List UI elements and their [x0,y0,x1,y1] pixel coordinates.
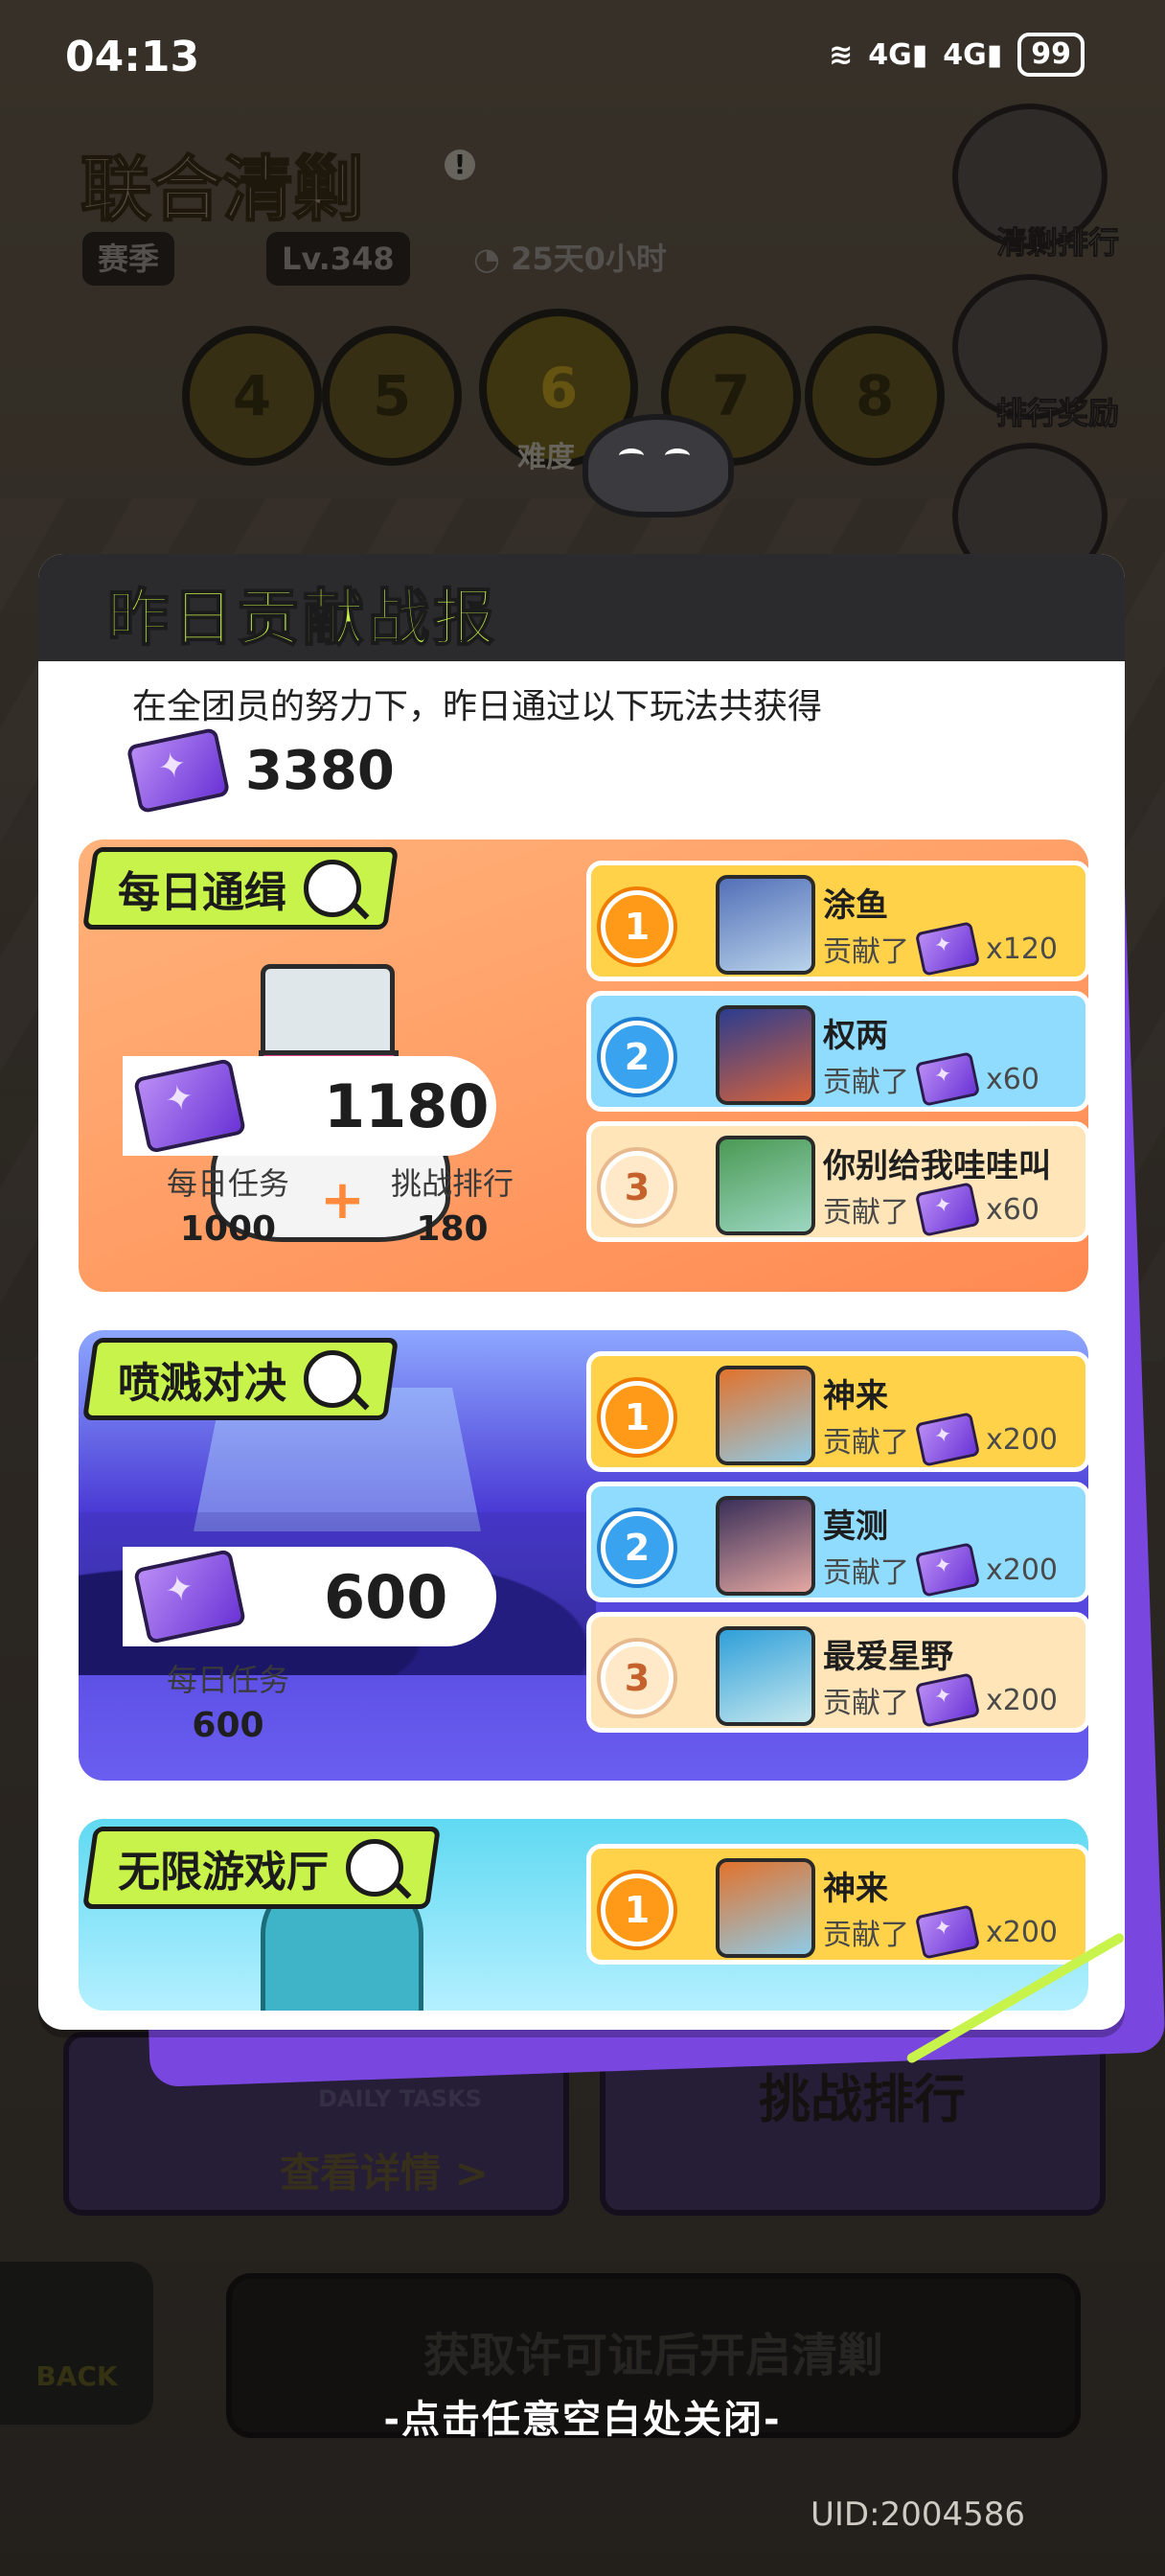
ticket-icon [914,1051,981,1107]
ticket-icon [132,1058,247,1154]
ticket-icon [914,1182,981,1237]
section-splash-duel: 喷溅对决 600 每日任务 600 1 神来 贡献了x200 2 莫测 贡献了x… [79,1330,1088,1781]
rank-row[interactable]: 1 涂鱼 贡献了x120 [586,861,1088,981]
player-name: 莫测 [823,1507,888,1546]
section-value: 600 [123,1547,496,1646]
ticket-icon [914,921,981,977]
avatar [716,1005,815,1105]
intro-text: 在全团员的努力下，昨日通过以下玩法共获得 [132,687,823,726]
contribution-line: 贡献了x200 [823,1542,1058,1598]
section-value: 1180 [123,1056,496,1156]
contribution-line: 贡献了x60 [823,1182,1039,1237]
player-name: 你别给我哇哇叫 [823,1147,1051,1185]
signal-2-icon: 4G▮ [943,37,1003,72]
rank-1-medal-icon: 1 [601,1381,674,1454]
magnifier-icon[interactable] [304,860,361,917]
section-name: 无限游戏厅 [118,1848,329,1897]
section-daily-wanted: 每日通缉 1180 每日任务 1000 + 挑战排行 180 1 涂鱼 贡献了x… [79,840,1088,1292]
rank-1-medal-icon: 1 [601,890,674,963]
sub-daily-task: 每日任务 600 [166,1662,289,1745]
status-bar: 04:13 ≋ 4G▮ 4G▮ 99 [0,0,1165,115]
ticket-icon [126,726,231,815]
section-tab-infinite-arcade[interactable]: 无限游戏厅 [81,1827,442,1909]
section-name: 每日通缉 [118,868,286,917]
magnifier-icon[interactable] [346,1839,403,1897]
rank-row[interactable]: 1 神来 贡献了x200 [586,1844,1088,1965]
contribution-line: 贡献了x200 [823,1904,1058,1960]
section-value-number: 600 [324,1561,448,1632]
rank-row[interactable]: 3 最爱星野 贡献了x200 [586,1612,1088,1733]
rank-row[interactable]: 1 神来 贡献了x200 [586,1351,1088,1472]
avatar [716,1136,815,1235]
rank-1-medal-icon: 1 [601,1874,674,1946]
sub-challenge-ranking: 挑战排行 180 [390,1165,514,1249]
status-icons: ≋ 4G▮ 4G▮ 99 [829,33,1085,77]
rank-row[interactable]: 2 权两 贡献了x60 [586,991,1088,1112]
contribution-line: 贡献了x200 [823,1412,1058,1467]
avatar [716,1496,815,1596]
ticket-icon [914,1672,981,1728]
player-name: 权两 [823,1017,888,1055]
section-infinite-arcade: 无限游戏厅 1 神来 贡献了x200 [79,1819,1088,2011]
mascot-icon [582,414,734,518]
ticket-icon [132,1549,247,1644]
contribution-line: 贡献了x120 [823,921,1058,977]
avatar [716,1626,815,1726]
ticket-icon [914,1542,981,1598]
close-hint: -点击任意空白处关闭- [383,2398,782,2442]
magnifier-icon[interactable] [304,1350,361,1408]
total-amount: 3380 [245,739,395,802]
clock: 04:13 [65,33,200,81]
player-name: 涂鱼 [823,886,888,925]
wifi-icon: ≋ [829,37,854,72]
ticket-icon [914,1412,981,1467]
rank-row[interactable]: 2 莫测 贡献了x200 [586,1482,1088,1602]
section-name: 喷溅对决 [118,1359,286,1408]
rank-2-medal-icon: 2 [601,1021,674,1093]
player-name: 神来 [823,1377,888,1415]
avatar [716,1366,815,1465]
user-id: UID:2004586 [811,2496,1025,2534]
player-name: 最爱星野 [823,1638,953,1676]
rank-row[interactable]: 3 你别给我哇哇叫 贡献了x60 [586,1121,1088,1242]
section-value-number: 1180 [324,1070,490,1141]
sub-daily-task: 每日任务 1000 [166,1165,289,1249]
section-tab-splash-duel[interactable]: 喷溅对决 [81,1338,400,1420]
section-tab-daily-wanted[interactable]: 每日通缉 [81,847,400,930]
ticket-icon [914,1904,981,1960]
avatar [716,875,815,975]
contribution-line: 贡献了x200 [823,1672,1058,1728]
rank-2-medal-icon: 2 [601,1511,674,1584]
avatar [716,1858,815,1958]
player-name: 神来 [823,1870,888,1908]
plus-icon: + [320,1169,365,1231]
rank-3-medal-icon: 3 [601,1642,674,1714]
battery-icon: 99 [1017,33,1085,77]
total-reward: 3380 [126,726,395,815]
contribution-report-popup: 昨日贡献战报 在全团员的努力下，昨日通过以下玩法共获得 3380 每日通缉 11… [38,554,1125,2030]
rank-3-medal-icon: 3 [601,1151,674,1224]
popup-title: 昨日贡献战报 [106,583,498,656]
signal-1-icon: 4G▮ [868,37,928,72]
contribution-line: 贡献了x60 [823,1051,1039,1107]
